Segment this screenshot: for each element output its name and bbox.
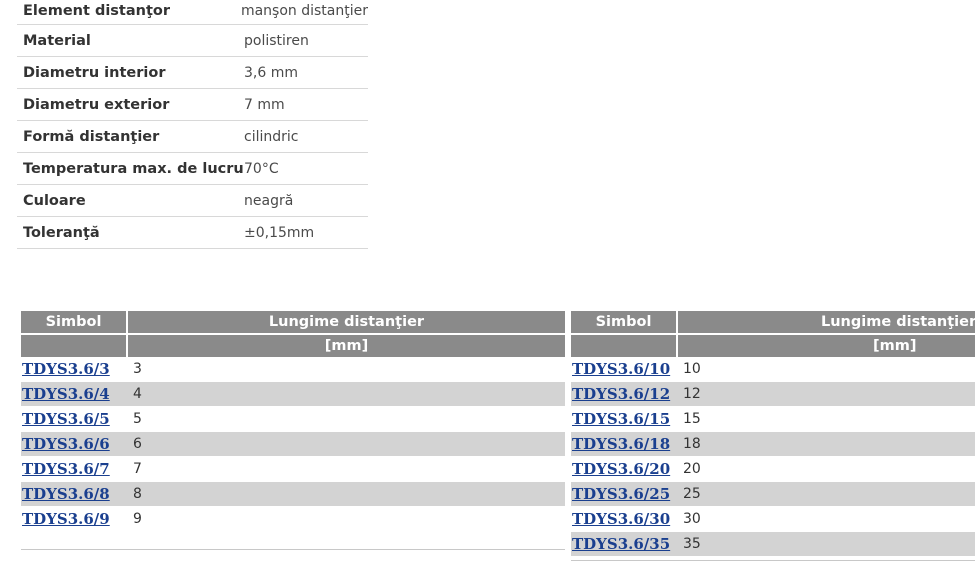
- length-value: 5: [133, 411, 142, 427]
- spec-label: Formă distanţier: [23, 128, 160, 145]
- table-row: TDYS3.6/35 35: [571, 532, 975, 557]
- column-subheader-symbol: [21, 335, 128, 357]
- specifications-table: Element distanţor manşon distanţier Mate…: [17, 0, 368, 249]
- table-header: Simbol Lungime distanţier: [21, 311, 565, 333]
- table-row: TDYS3.6/5 5: [21, 407, 565, 432]
- product-link[interactable]: TDYS3.6/12: [571, 385, 678, 403]
- spec-label: Toleranţă: [23, 224, 100, 241]
- length-value: 15: [683, 411, 701, 427]
- table-row: TDYS3.6/7 7: [21, 457, 565, 482]
- spec-value: manşon distanţier: [240, 3, 368, 19]
- spec-row-color: Culoare neagră: [17, 185, 368, 217]
- table-row: TDYS3.6/20 20: [571, 457, 975, 482]
- length-value: 30: [683, 511, 701, 527]
- spec-value: polistiren: [244, 32, 309, 49]
- spec-label: Element distanţor: [23, 3, 171, 19]
- column-header-symbol: Simbol: [571, 311, 678, 333]
- length-value: 6: [133, 436, 142, 452]
- spec-value: 3,6 mm: [244, 64, 298, 81]
- spec-value: cilindric: [244, 128, 299, 145]
- table-row: TDYS3.6/9 9: [21, 507, 565, 532]
- spec-value: ±0,15mm: [244, 224, 315, 241]
- length-value: 4: [133, 386, 142, 402]
- product-link[interactable]: TDYS3.6/6: [21, 435, 128, 453]
- length-value: 20: [683, 461, 701, 477]
- length-value: 12: [683, 386, 701, 402]
- column-header-length: Lungime distanţier: [268, 314, 425, 330]
- product-link[interactable]: TDYS3.6/18: [571, 435, 678, 453]
- product-link[interactable]: TDYS3.6/9: [21, 510, 128, 528]
- spec-label: Diametru interior: [23, 64, 166, 81]
- length-value: 35: [683, 536, 701, 552]
- spec-row-element: Element distanţor manşon distanţier: [17, 0, 368, 25]
- product-link[interactable]: TDYS3.6/8: [21, 485, 128, 503]
- product-table-right: Simbol Lungime distanţier [mm] TDYS3.6/1…: [571, 311, 975, 561]
- table-row: TDYS3.6/25 25: [571, 482, 975, 507]
- length-value: 8: [133, 486, 142, 502]
- spec-row-inner-diameter: Diametru interior 3,6 mm: [17, 57, 368, 89]
- table-bottom-divider: [21, 549, 565, 550]
- spec-label: Diametru exterior: [23, 96, 170, 113]
- product-table-left: Simbol Lungime distanţier [mm] TDYS3.6/3…: [21, 311, 565, 550]
- spec-label: Temperatura max. de lucru: [23, 160, 244, 177]
- product-link[interactable]: TDYS3.6/20: [571, 460, 678, 478]
- spec-row-shape: Formă distanţier cilindric: [17, 121, 368, 153]
- length-value: 3: [133, 361, 142, 377]
- column-subheader-symbol: [571, 335, 678, 357]
- spec-row-tolerance: Toleranţă ±0,15mm: [17, 217, 368, 249]
- table-row: TDYS3.6/8 8: [21, 482, 565, 507]
- product-link[interactable]: TDYS3.6/7: [21, 460, 128, 478]
- product-link[interactable]: TDYS3.6/10: [571, 360, 678, 378]
- length-value: 18: [683, 436, 701, 452]
- spec-row-max-temperature: Temperatura max. de lucru 70°C: [17, 153, 368, 185]
- spec-label: Material: [23, 32, 91, 49]
- length-value: 7: [133, 461, 142, 477]
- spec-value: 7 mm: [244, 96, 285, 113]
- table-subheader: [mm]: [571, 333, 975, 357]
- product-link[interactable]: TDYS3.6/25: [571, 485, 678, 503]
- length-value: 9: [133, 511, 142, 527]
- table-row: TDYS3.6/18 18: [571, 432, 975, 457]
- column-header-length: Lungime distanţier: [821, 314, 975, 330]
- spec-value: 70°C: [244, 160, 279, 177]
- table-row: TDYS3.6/12 12: [571, 382, 975, 407]
- table-header: Simbol Lungime distanţier: [571, 311, 975, 333]
- spec-row-material: Material polistiren: [17, 25, 368, 57]
- product-link[interactable]: TDYS3.6/35: [571, 535, 678, 553]
- length-value: 25: [683, 486, 701, 502]
- spec-value: neagră: [244, 192, 294, 209]
- table-row: TDYS3.6/30 30: [571, 507, 975, 532]
- spec-label: Culoare: [23, 192, 86, 209]
- product-link[interactable]: TDYS3.6/5: [21, 410, 128, 428]
- product-link[interactable]: TDYS3.6/3: [21, 360, 128, 378]
- table-subheader: [mm]: [21, 333, 565, 357]
- product-link[interactable]: TDYS3.6/4: [21, 385, 128, 403]
- column-header-unit: [mm]: [873, 338, 917, 354]
- table-row: TDYS3.6/4 4: [21, 382, 565, 407]
- table-row: TDYS3.6/15 15: [571, 407, 975, 432]
- product-link[interactable]: TDYS3.6/15: [571, 410, 678, 428]
- column-header-unit: [mm]: [324, 338, 369, 354]
- table-row: TDYS3.6/6 6: [21, 432, 565, 457]
- length-value: 10: [683, 361, 701, 377]
- table-row: TDYS3.6/3 3: [21, 357, 565, 382]
- spec-row-outer-diameter: Diametru exterior 7 mm: [17, 89, 368, 121]
- column-header-symbol: Simbol: [21, 311, 128, 333]
- table-row: TDYS3.6/10 10: [571, 357, 975, 382]
- product-link[interactable]: TDYS3.6/30: [571, 510, 678, 528]
